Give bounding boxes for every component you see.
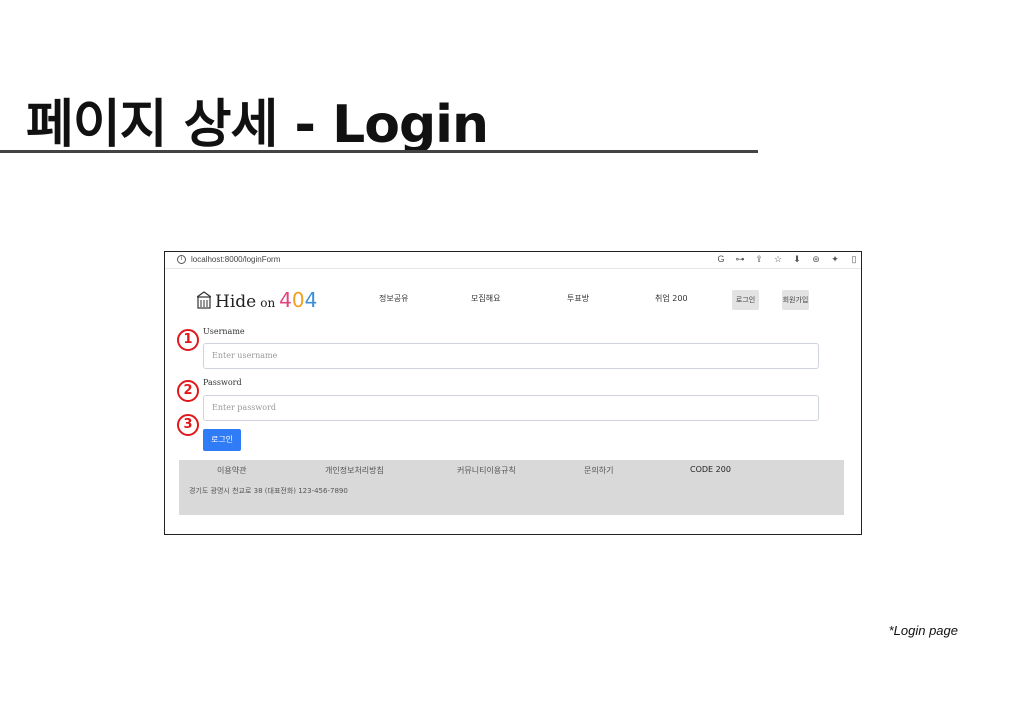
nav-signup-button[interactable]: 회원가입 bbox=[782, 290, 809, 310]
username-label: Username bbox=[203, 327, 245, 336]
nav-link-vote[interactable]: 투표방 bbox=[567, 293, 589, 304]
info-icon[interactable]: i bbox=[177, 255, 186, 264]
site-navbar: Hide on 404 정보공유 모집해요 투표방 취업 200 로그인 회원가… bbox=[165, 282, 861, 318]
url-text[interactable]: localhost:8000/loginForm bbox=[191, 255, 280, 264]
footer-link-privacy[interactable]: 개인정보처리방침 bbox=[325, 465, 384, 476]
footer-link-contact[interactable]: 문의하기 bbox=[584, 465, 613, 476]
site-logo[interactable]: Hide on 404 bbox=[197, 288, 317, 312]
footer-link-community-rules[interactable]: 커뮤니티이용규칙 bbox=[457, 465, 516, 476]
nav-link-recruit[interactable]: 모집해요 bbox=[471, 293, 500, 304]
login-submit-button[interactable]: 로그인 bbox=[203, 429, 241, 451]
browser-address-bar[interactable]: i localhost:8000/loginForm G ⊶ ⇪ ☆ ⬇ ⊛ ✦… bbox=[165, 252, 861, 269]
logo-prefix: Hide bbox=[215, 292, 257, 312]
logo-on: on bbox=[260, 296, 276, 310]
sidebar-icon[interactable]: ▯ bbox=[849, 254, 859, 265]
password-input[interactable]: Enter password bbox=[203, 395, 819, 421]
annotation-marker-1: 1 bbox=[177, 329, 199, 351]
login-page-screenshot: i localhost:8000/loginForm G ⊶ ⇪ ☆ ⬇ ⊛ ✦… bbox=[164, 251, 862, 535]
nav-link-info[interactable]: 정보공유 bbox=[379, 293, 408, 304]
google-icon[interactable]: G bbox=[716, 254, 726, 265]
download-icon[interactable]: ⬇ bbox=[792, 254, 802, 265]
puzzle-icon[interactable]: ✦ bbox=[830, 254, 840, 265]
building-icon bbox=[197, 291, 211, 309]
browser-toolbar-icons: G ⊶ ⇪ ☆ ⬇ ⊛ ✦ ▯ bbox=[716, 254, 859, 265]
password-label: Password bbox=[203, 378, 242, 387]
username-input[interactable]: Enter username bbox=[203, 343, 819, 369]
logo-number: 404 bbox=[279, 288, 318, 312]
annotation-marker-2: 2 bbox=[177, 380, 199, 402]
share-icon[interactable]: ⇪ bbox=[754, 254, 764, 265]
title-underline bbox=[0, 150, 758, 153]
nav-link-jobs[interactable]: 취업 200 bbox=[655, 293, 688, 304]
site-footer: 이용약관 개인정보처리방침 커뮤니티이용규칙 문의하기 CODE 200 경기도… bbox=[179, 460, 844, 515]
footer-link-terms[interactable]: 이용약관 bbox=[217, 465, 246, 476]
annotation-marker-3: 3 bbox=[177, 414, 199, 436]
bookmark-star-icon[interactable]: ☆ bbox=[773, 254, 783, 265]
footer-address: 경기도 광명시 천교로 38 (대표전화) 123-456-7890 bbox=[189, 487, 348, 495]
slide-caption: *Login page bbox=[888, 623, 958, 638]
nav-login-button[interactable]: 로그인 bbox=[732, 290, 759, 310]
footer-link-code200[interactable]: CODE 200 bbox=[690, 465, 731, 474]
key-icon[interactable]: ⊶ bbox=[735, 254, 745, 265]
slide-title: 페이지 상세 - Login bbox=[26, 95, 489, 155]
extension-icon[interactable]: ⊛ bbox=[811, 254, 821, 265]
